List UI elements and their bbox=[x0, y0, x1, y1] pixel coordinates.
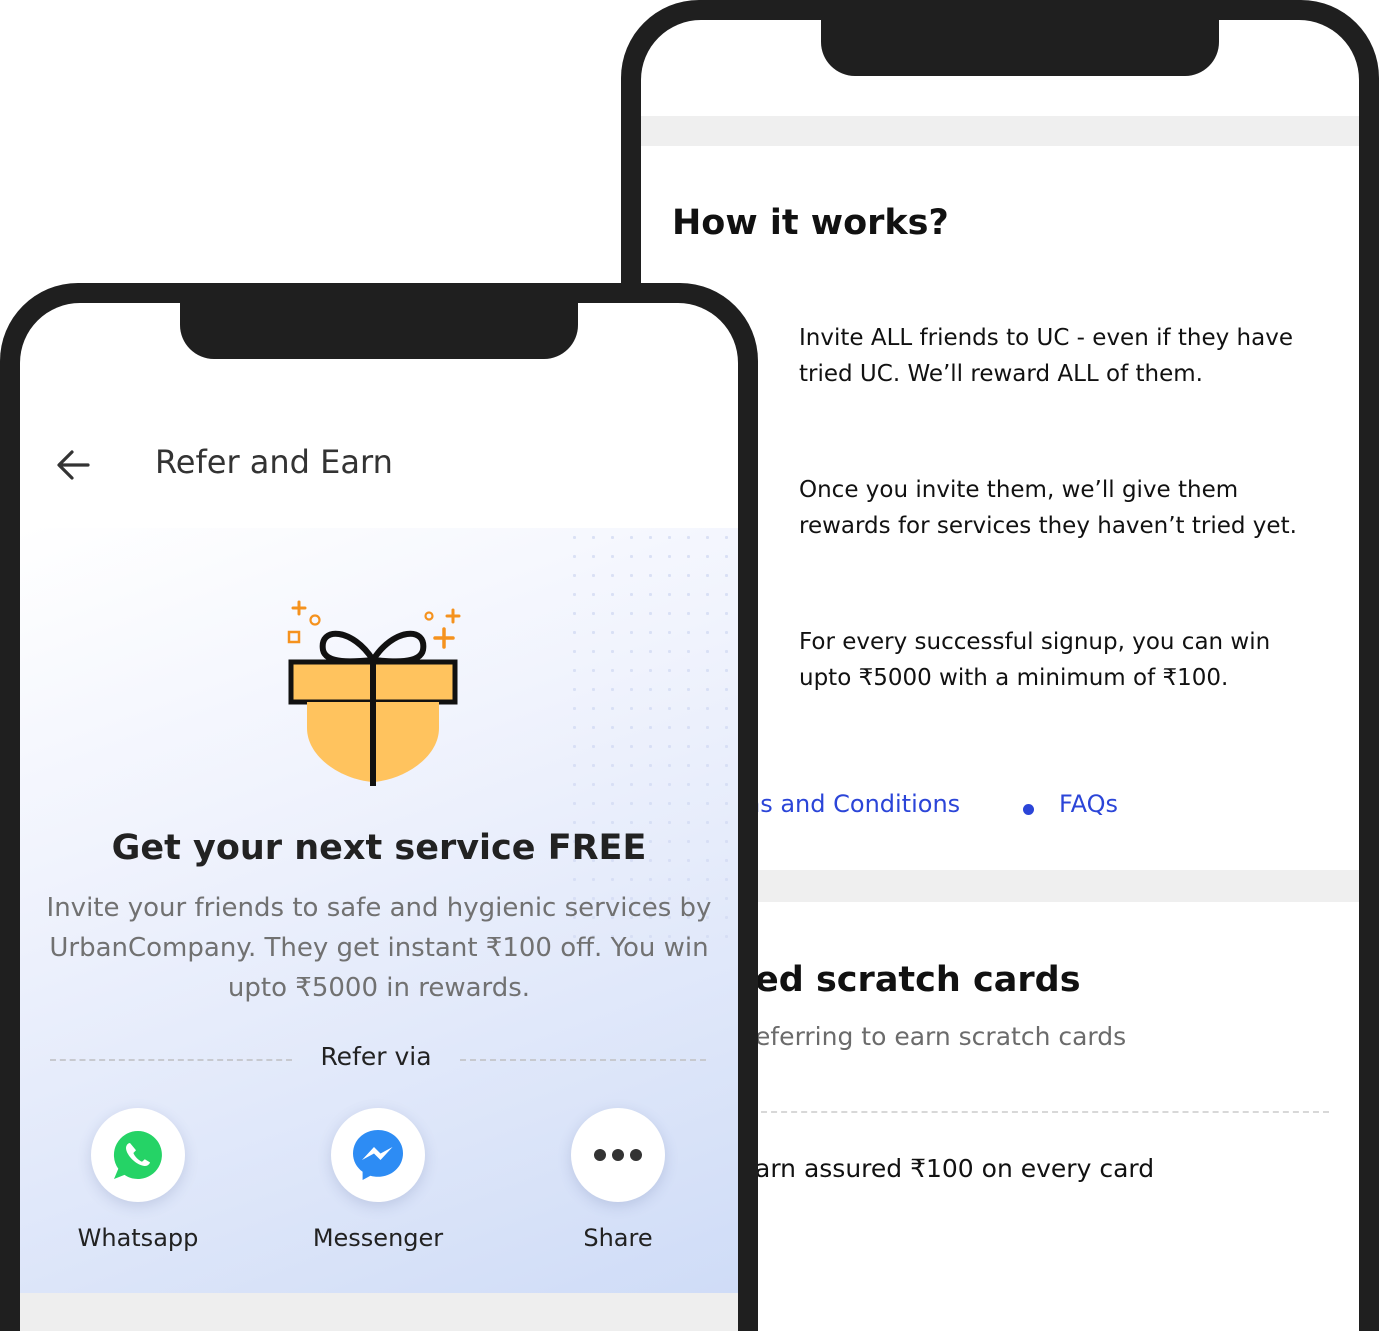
more-share-button[interactable]: Share bbox=[538, 1108, 698, 1252]
messenger-label: Messenger bbox=[312, 1224, 444, 1252]
share-circle bbox=[91, 1108, 185, 1202]
dot-pattern bbox=[565, 528, 738, 948]
refer-via-label: Refer via bbox=[320, 1042, 432, 1071]
dashed-divider bbox=[751, 1111, 1329, 1113]
how-it-works-step-3: For every successful signup, you can win… bbox=[799, 629, 1271, 691]
faqs-link[interactable]: FAQs bbox=[1059, 790, 1118, 818]
arrow-left-icon bbox=[57, 450, 90, 480]
hero-description: Invite your friends to safe and hygienic… bbox=[46, 893, 712, 1003]
whatsapp-share-button[interactable]: Whatsapp bbox=[58, 1108, 218, 1252]
scratch-cards-title: ed scratch cards bbox=[755, 960, 1081, 1000]
refer-via-divider: Refer via bbox=[50, 1042, 706, 1078]
messenger-share-button[interactable]: Messenger bbox=[298, 1108, 458, 1252]
phone-notch bbox=[821, 20, 1219, 76]
whatsapp-icon bbox=[113, 1130, 162, 1179]
back-button[interactable] bbox=[54, 445, 94, 485]
more-icon bbox=[594, 1149, 642, 1161]
gift-icon bbox=[287, 600, 461, 786]
section-divider bbox=[641, 116, 1359, 146]
share-circle bbox=[571, 1108, 665, 1202]
front-phone-screen: Refer and Earn Get your next service FRE… bbox=[20, 303, 738, 1331]
messenger-icon bbox=[353, 1130, 403, 1180]
section-divider bbox=[20, 1293, 738, 1331]
front-phone-frame: Refer and Earn Get your next service FRE… bbox=[0, 283, 758, 1331]
referral-hero-card: Get your next service FREE Invite your f… bbox=[20, 528, 738, 1293]
how-it-works-step-2: Once you invite them, we’ll give them re… bbox=[799, 477, 1297, 539]
dashed-line bbox=[50, 1059, 292, 1061]
terms-and-conditions-link[interactable]: ns and Conditions bbox=[745, 790, 960, 818]
how-it-works-title: How it works? bbox=[672, 203, 949, 243]
whatsapp-label: Whatsapp bbox=[77, 1224, 199, 1252]
share-circle bbox=[331, 1108, 425, 1202]
dashed-line bbox=[460, 1059, 706, 1061]
bullet-icon bbox=[1023, 804, 1034, 815]
phone-notch bbox=[180, 303, 578, 359]
hero-title: Get your next service FREE bbox=[111, 828, 647, 868]
page-title: Refer and Earn bbox=[155, 443, 393, 481]
scratch-cards-earn-text: arn assured ₹100 on every card bbox=[755, 1154, 1155, 1183]
scratch-cards-subtitle: eferring to earn scratch cards bbox=[755, 1022, 1127, 1051]
how-it-works-step-1: Invite ALL friends to UC - even if they … bbox=[799, 325, 1293, 387]
share-label: Share bbox=[583, 1224, 653, 1252]
